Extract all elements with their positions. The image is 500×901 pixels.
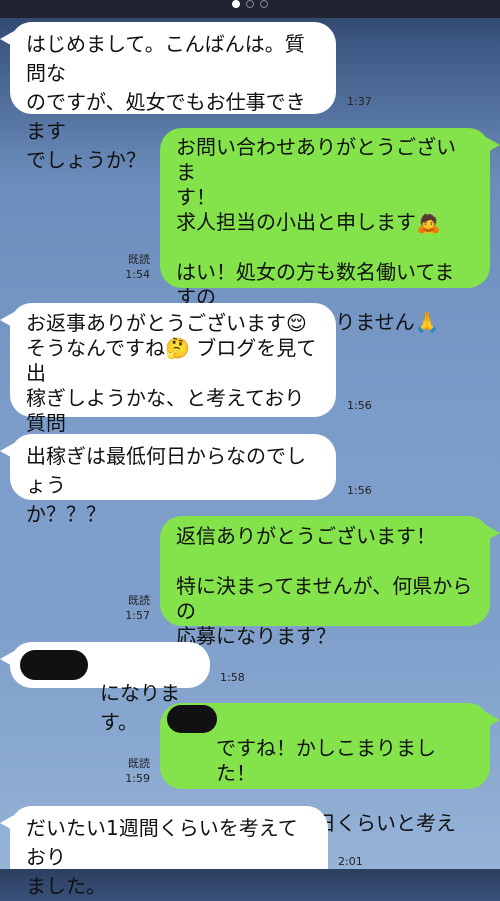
- read-receipt-5: 既読: [128, 594, 150, 607]
- read-receipt-2: 既読: [128, 253, 150, 266]
- message-outgoing-2[interactable]: お問い合わせありがとうございま す！ 求人担当の小出と申します🙇 はい！処女の方…: [160, 128, 500, 334]
- message-time-2: 1:54: [125, 268, 150, 281]
- message-time-6: 1:58: [220, 671, 245, 684]
- page-dot-2[interactable]: [246, 0, 254, 8]
- message-time-4: 1:56: [347, 484, 372, 497]
- redaction-mark-7: [167, 705, 217, 733]
- redaction-mark-6: [20, 650, 88, 680]
- read-receipt-7: 既読: [128, 757, 150, 770]
- message-outgoing-5[interactable]: 返信ありがとうございます！ 特に決まってませんが、何県からの 応募になります？: [160, 516, 500, 648]
- message-incoming-8[interactable]: だいたい1週間くらいを考えており ました。: [0, 806, 328, 898]
- message-time-5: 1:57: [125, 609, 150, 622]
- message-time-8: 2:01: [338, 855, 363, 868]
- message-time-1: 1:37: [347, 95, 372, 108]
- page-indicator: [0, 0, 500, 8]
- message-incoming-3[interactable]: お返事ありがとうございます😌 そうなんですね🤔 ブログを見て出 稼ぎしようかな、…: [0, 303, 336, 460]
- message-incoming-4[interactable]: 出稼ぎは最低何日からなのでしょう か？？？: [0, 434, 336, 526]
- message-time-7: 1:59: [125, 772, 150, 785]
- page-dot-3[interactable]: [260, 0, 268, 8]
- message-incoming-1[interactable]: はじめまして。こんばんは。質問な のですが、処女でもお仕事できます でしょうか？: [0, 22, 336, 172]
- page-dot-1[interactable]: [232, 0, 240, 8]
- message-time-3: 1:56: [347, 399, 372, 412]
